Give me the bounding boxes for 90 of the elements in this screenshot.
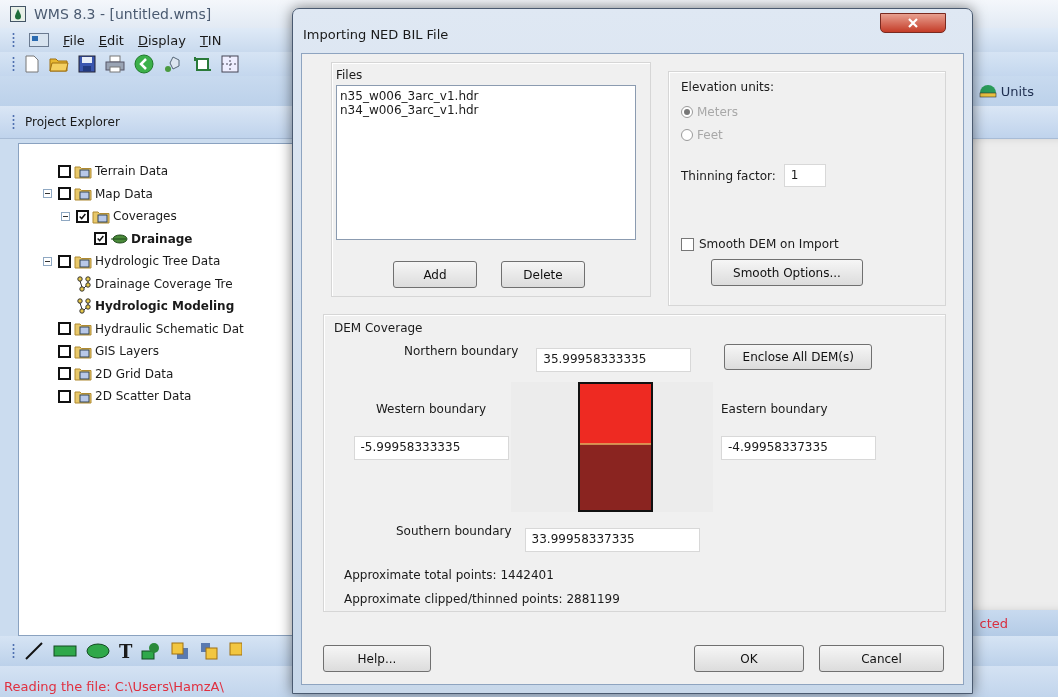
panel-title: Project Explorer — [25, 115, 120, 129]
field-label: Eastern boundary — [721, 402, 828, 416]
checkbox[interactable] — [681, 237, 694, 251]
tree-item[interactable]: Hydrologic Tree Data — [95, 254, 221, 269]
checkbox[interactable] — [58, 344, 71, 358]
tree-item[interactable]: Map Data — [95, 186, 153, 201]
help-button[interactable]: Help... — [323, 645, 431, 672]
info-text: Approximate clipped/thinned points: 2881199 — [344, 592, 621, 606]
bring-forward-icon[interactable] — [170, 641, 191, 661]
radio-label: Feet — [697, 127, 723, 142]
folder-icon — [74, 253, 92, 269]
menu-item[interactable]: TIN — [199, 32, 222, 48]
checkbox[interactable] — [76, 209, 89, 223]
menu-item[interactable]: Display — [137, 32, 186, 48]
checkbox[interactable] — [58, 164, 71, 178]
printer-icon[interactable] — [105, 55, 125, 73]
field-label: Western boundary — [375, 402, 487, 416]
window-menu-icon[interactable] — [29, 33, 49, 47]
window-title: WMS 8.3 - [untitled.wms] — [34, 6, 212, 22]
radio-label: Meters — [697, 104, 738, 119]
menu-item[interactable]: Edit — [98, 32, 124, 48]
checkbox[interactable] — [94, 232, 107, 246]
node-tree-icon — [76, 298, 92, 315]
status-message: cted — [979, 615, 1008, 631]
folder-icon — [74, 163, 92, 179]
send-backward-icon[interactable] — [199, 641, 220, 661]
east-boundary-field[interactable]: -4.99958337335 — [721, 436, 876, 460]
folder-icon — [74, 343, 92, 359]
field-label: Thinning factor: — [681, 168, 776, 183]
status-text: Reading the file: C:\Users\HamzA\ — [4, 678, 224, 694]
collapse-toggle[interactable] — [43, 189, 55, 199]
grip-handle[interactable] — [12, 56, 15, 72]
checkbox[interactable] — [58, 254, 71, 268]
folder-icon — [74, 186, 92, 202]
text-tool[interactable]: T — [119, 640, 133, 662]
thinning-factor-field[interactable]: 1 — [783, 164, 826, 187]
list-item[interactable]: n35_w006_3arc_v1.hdr — [340, 89, 632, 103]
field-label: Southern boundary — [396, 524, 512, 538]
grip-handle[interactable] — [12, 114, 15, 130]
save-icon[interactable] — [78, 55, 96, 73]
folder-icon — [74, 321, 92, 337]
tree-item[interactable]: Coverages — [113, 209, 177, 224]
grip-handle[interactable] — [12, 643, 15, 659]
tree-item[interactable]: Hydrologic Modeling — [95, 299, 235, 314]
dialog-title: Importing NED BIL File — [302, 26, 449, 42]
grip-handle[interactable] — [12, 32, 15, 48]
west-boundary-field[interactable]: -5.99958333335 — [353, 436, 509, 460]
folder-icon — [74, 388, 92, 404]
tree-item[interactable]: Hydraulic Schematic Dat — [95, 321, 244, 336]
tree-item[interactable]: 2D Grid Data — [95, 366, 174, 381]
ellipse-tool-icon[interactable] — [86, 643, 110, 659]
add-button[interactable]: Add — [393, 261, 477, 288]
checkbox[interactable] — [58, 187, 71, 201]
image-tool-icon[interactable] — [141, 641, 162, 661]
tree-item[interactable]: Drainage — [131, 231, 193, 246]
folder-icon — [74, 366, 92, 382]
tree-item[interactable]: Drainage Coverage Tre — [95, 276, 233, 291]
checkbox[interactable] — [58, 322, 71, 336]
ok-button[interactable]: OK — [694, 645, 804, 672]
smooth-options-button[interactable]: Smooth Options... — [711, 259, 863, 286]
cancel-button[interactable]: Cancel — [819, 645, 944, 672]
info-text: Approximate total points: 1442401 — [344, 568, 555, 582]
folder-icon — [92, 208, 110, 224]
crop-tool-icon[interactable] — [192, 54, 212, 74]
list-item[interactable]: n34_w006_3arc_v1.hdr — [340, 103, 632, 117]
tree-item[interactable]: 2D Scatter Data — [95, 389, 192, 404]
field-label: Elevation units: — [681, 80, 776, 94]
back-icon[interactable] — [134, 54, 154, 74]
collapse-toggle[interactable] — [61, 211, 73, 221]
units-button[interactable]: Units — [975, 81, 1036, 101]
new-document-icon[interactable] — [24, 55, 40, 73]
south-boundary-field[interactable]: 33.99958337335 — [524, 528, 700, 552]
enclose-all-button[interactable]: Enclose All DEM(s) — [724, 344, 873, 370]
line-tool-icon[interactable] — [24, 641, 44, 661]
checkbox[interactable] — [58, 367, 71, 381]
checkbox[interactable] — [58, 389, 71, 403]
delete-button[interactable]: Delete — [501, 261, 585, 288]
group-label: Files — [336, 68, 364, 82]
water-drop-icon — [10, 6, 26, 22]
open-folder-icon[interactable] — [49, 55, 69, 73]
tree-item[interactable]: GIS Layers — [95, 344, 159, 359]
field-label: Northern boundary — [404, 344, 519, 358]
node-tree-icon — [76, 275, 92, 292]
leaf-icon — [110, 232, 128, 245]
group-label: DEM Coverage — [334, 321, 424, 335]
collapse-toggle[interactable] — [43, 256, 55, 266]
menu-item[interactable]: File — [63, 32, 85, 48]
checkbox-label: Smooth DEM on Import — [699, 237, 839, 251]
north-boundary-field[interactable]: 35.99958333335 — [536, 348, 692, 372]
tree-item[interactable]: Terrain Data — [95, 164, 169, 179]
